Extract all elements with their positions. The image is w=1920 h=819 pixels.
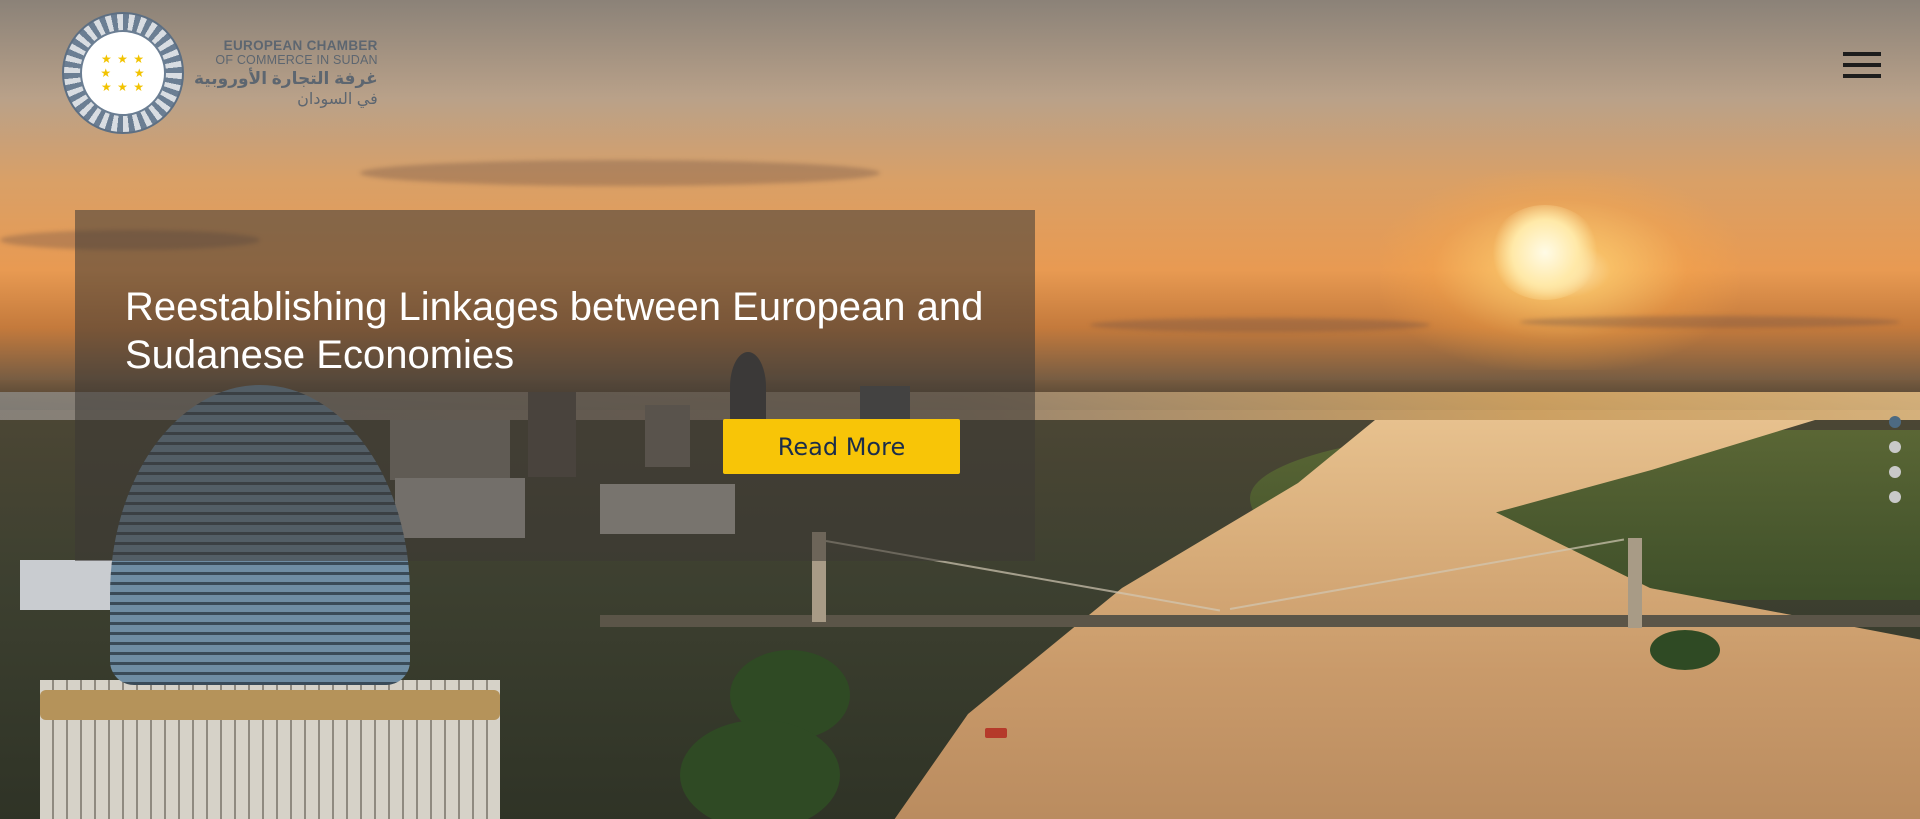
slider-pagination xyxy=(1889,416,1901,503)
logo-title-en: EUROPEAN CHAMBER xyxy=(223,37,378,53)
logo-subtitle-en: OF COMMERCE IN SUDAN xyxy=(215,52,378,67)
hero-headline: Reestablishing Linkages between European… xyxy=(125,285,984,377)
slide-dot-4[interactable] xyxy=(1889,491,1901,503)
slide-dot-2[interactable] xyxy=(1889,441,1901,453)
slide-dot-3[interactable] xyxy=(1889,466,1901,478)
logo-subtitle-ar: في السودان xyxy=(297,90,378,108)
logo-title-ar: غرفة التجارة الأوروبية xyxy=(194,68,378,88)
logo-text: EUROPEAN CHAMBER OF COMMERCE IN SUDAN غر… xyxy=(194,38,378,109)
site-logo[interactable]: ★ ★ ★ ★ ★ ★ ★ ★ EUROPEAN CHAMBER OF COMMER… xyxy=(62,12,378,134)
read-more-button[interactable]: Read More xyxy=(723,419,960,474)
hero-caption-panel xyxy=(75,210,1035,561)
eu-stars-emblem-icon: ★ ★ ★ ★ ★ ★ ★ ★ xyxy=(62,12,184,134)
hamburger-menu-icon[interactable] xyxy=(1843,52,1881,90)
slide-dot-1[interactable] xyxy=(1889,416,1901,428)
